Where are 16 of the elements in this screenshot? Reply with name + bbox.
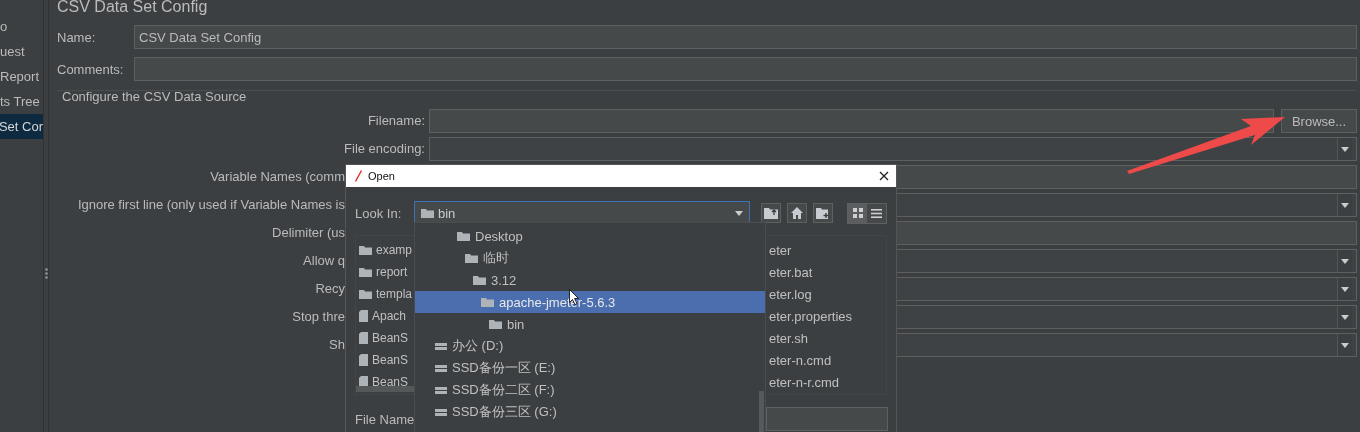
field-label: Recy [315,281,345,296]
field-label: Ignore first line (only used if Variable Names is [77,197,345,212]
field-label: Stop thre [292,309,345,324]
field-label: Variable Names (comm [210,169,345,184]
panel-title: CSV Data Set Config [57,0,209,17]
name-label: Name: [57,29,97,45]
dialog-title: Open [368,170,395,182]
comments-label: Comments: [57,61,125,77]
field-label: Delimiter (us [272,225,345,240]
group-title: Configure the CSV Data Source [62,90,248,104]
field-label: Sh [329,337,345,352]
field-label: Filename: [367,113,425,128]
field-label: Allow q [303,253,345,268]
file-name-label: File Name [355,411,414,427]
look-in-label: Look In: [355,205,403,221]
field-label: File encoding: [344,141,425,156]
